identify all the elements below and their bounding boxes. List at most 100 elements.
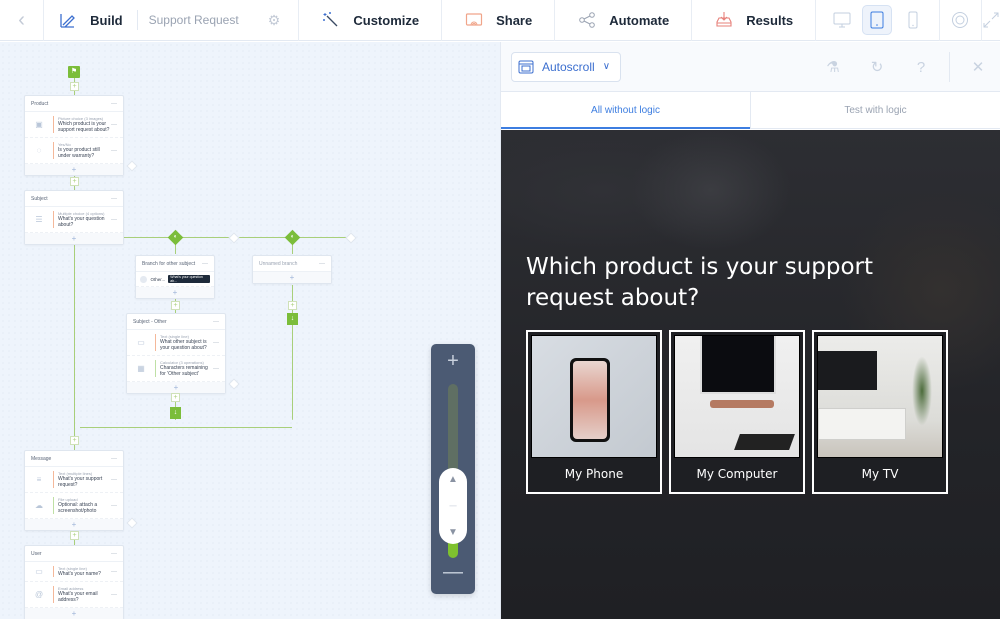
zoom-slider-handle[interactable]: ▲ ─ ▼	[439, 468, 467, 544]
question-label: What's your name?	[58, 571, 101, 577]
question-menu[interactable]: —	[111, 503, 117, 509]
share-tab[interactable]: Share	[442, 0, 556, 41]
question-item[interactable]: ◌ Yes/No Is your product still under warr…	[25, 138, 123, 164]
choice-my-computer[interactable]: My Computer	[669, 330, 805, 494]
question-item[interactable]: @ Email address What's your email address…	[25, 582, 123, 608]
zoom-out-button[interactable]: —	[431, 561, 475, 584]
list-icon: ☰	[35, 215, 43, 224]
help-button[interactable]	[940, 0, 982, 41]
collapse-button[interactable]: —	[213, 319, 219, 325]
zoom-control: + ▲ ─ ▼ —	[431, 344, 475, 594]
branch-other-subject[interactable]: Branch for other subject — Other... What'…	[135, 255, 215, 299]
add-block-button[interactable]: +	[171, 301, 180, 310]
choice-my-phone[interactable]: My Phone	[526, 330, 662, 494]
add-block-button[interactable]: +	[70, 82, 79, 91]
spray-clear-icon[interactable]: ⚗	[811, 58, 855, 76]
build-tab[interactable]: Build Support Request ⚙	[44, 0, 300, 41]
collapse-button[interactable]: —	[111, 196, 117, 202]
results-tab[interactable]: Results	[692, 0, 817, 41]
add-question-button[interactable]: +	[127, 382, 225, 393]
autoscroll-dropdown[interactable]: Autoscroll ∨	[511, 51, 622, 82]
question-item[interactable]: ≡ Text (multiple lines) What's your suppo…	[25, 467, 123, 493]
choice-label: My TV	[861, 466, 899, 481]
automate-tab[interactable]: Automate	[555, 0, 693, 41]
branch-icon[interactable]: ◐	[167, 229, 184, 246]
question-menu[interactable]: —	[111, 569, 117, 575]
question-menu[interactable]: —	[111, 217, 117, 223]
add-block-button[interactable]: +	[70, 177, 79, 186]
gear-icon[interactable]: ⚙	[268, 12, 281, 29]
add-block-button[interactable]: +	[171, 393, 180, 402]
add-condition-button[interactable]: +	[253, 272, 331, 283]
refresh-icon[interactable]: ↻	[855, 58, 899, 76]
question-menu[interactable]: —	[213, 340, 219, 346]
question-menu[interactable]: —	[213, 366, 219, 372]
block-user[interactable]: User — ▭ Text (single line) What's your na…	[24, 545, 124, 619]
question-item[interactable]: ☁ File upload Optional: attach a screensh…	[25, 493, 123, 519]
add-branch-button[interactable]	[228, 232, 240, 244]
expand-icon	[983, 12, 999, 28]
block-product[interactable]: Product — ▣ Picture choice (3 images) Whic…	[24, 95, 124, 176]
add-question-button[interactable]: +	[25, 233, 123, 244]
question-item[interactable]: ▭ Text (single line) What other subject i…	[127, 330, 225, 356]
block-message[interactable]: Message — ≡ Text (multiple lines) What's y…	[24, 450, 124, 531]
question-item[interactable]: ▣ Picture choice (3 images) Which product…	[25, 112, 123, 138]
collapse-button[interactable]: —	[111, 551, 117, 557]
question-item[interactable]: ▦ Calculator (3 operations) Characters re…	[127, 356, 225, 382]
question-item[interactable]: ☰ Multiple choice (4 options) What's your…	[25, 207, 123, 233]
collapse-button[interactable]: —	[111, 456, 117, 462]
customize-tab[interactable]: Customize	[299, 0, 443, 41]
choice-label: My Phone	[564, 466, 624, 481]
condition-label: Other...	[150, 276, 166, 282]
block-subject-other[interactable]: Subject - Other — ▭ Text (single line) Wha…	[126, 313, 226, 394]
tab-test-with-logic[interactable]: Test with logic	[750, 92, 1000, 128]
question-menu[interactable]: —	[111, 592, 117, 598]
expand-button[interactable]	[982, 0, 1000, 41]
question-menu[interactable]: —	[111, 148, 117, 154]
add-branch-button[interactable]	[345, 232, 357, 244]
text-field-icon: ▭	[137, 338, 145, 347]
chevron-down-icon: ▼	[448, 527, 458, 538]
desktop-preview-button[interactable]	[827, 5, 857, 35]
add-branch-button[interactable]	[126, 517, 138, 529]
collapse-button[interactable]: —	[111, 101, 117, 107]
picture-choices: My Phone My Computer My TV	[526, 330, 948, 494]
choice-label: My Computer	[696, 466, 778, 481]
question-menu[interactable]: —	[111, 477, 117, 483]
jump-icon[interactable]: ↓	[170, 407, 181, 419]
chevron-down-icon: ∨	[602, 61, 611, 72]
add-block-button[interactable]: +	[288, 301, 297, 310]
add-branch-button[interactable]	[228, 378, 240, 390]
results-label: Results	[746, 12, 794, 28]
device-switcher	[816, 0, 940, 41]
add-condition-button[interactable]: +	[136, 287, 214, 298]
add-question-button[interactable]: +	[25, 164, 123, 175]
branch-unnamed[interactable]: Unnamed branch — +	[252, 255, 332, 284]
add-branch-button[interactable]	[126, 160, 138, 172]
add-question-button[interactable]: +	[25, 519, 123, 530]
start-flag-icon[interactable]: ⚑	[68, 66, 80, 78]
close-icon[interactable]: ✕	[956, 58, 1000, 76]
flow-canvas[interactable]: ⚑ + Product — ▣ Picture choice (3 images)…	[0, 42, 500, 619]
phone-preview-button[interactable]	[898, 5, 928, 35]
block-subject[interactable]: Subject — ☰ Multiple choice (4 options) Wh…	[24, 190, 124, 245]
jump-icon[interactable]: ↓	[287, 313, 298, 325]
collapse-button[interactable]: —	[319, 261, 325, 267]
question-menu[interactable]: —	[111, 122, 117, 128]
question-item[interactable]: ▭ Text (single line) What's your name? —	[25, 562, 123, 582]
branch-icon[interactable]: ◐	[284, 229, 301, 246]
choice-my-tv[interactable]: My TV	[812, 330, 948, 494]
tab-all-without-logic[interactable]: All without logic	[501, 92, 750, 129]
collapse-button[interactable]: —	[202, 261, 208, 267]
block-title: Product	[31, 100, 49, 107]
block-title: Subject - Other	[133, 318, 167, 325]
question-icon[interactable]: ?	[899, 59, 943, 76]
add-block-button[interactable]: +	[70, 531, 79, 540]
branch-condition[interactable]: Other... What's your question ab...	[136, 272, 214, 287]
tablet-preview-button[interactable]	[862, 5, 893, 35]
add-block-button[interactable]: +	[70, 436, 79, 445]
back-button[interactable]: ‹	[0, 0, 45, 41]
add-question-button[interactable]: +	[25, 608, 123, 619]
zoom-in-button[interactable]: +	[431, 350, 475, 373]
form-name[interactable]: Support Request	[149, 13, 239, 27]
